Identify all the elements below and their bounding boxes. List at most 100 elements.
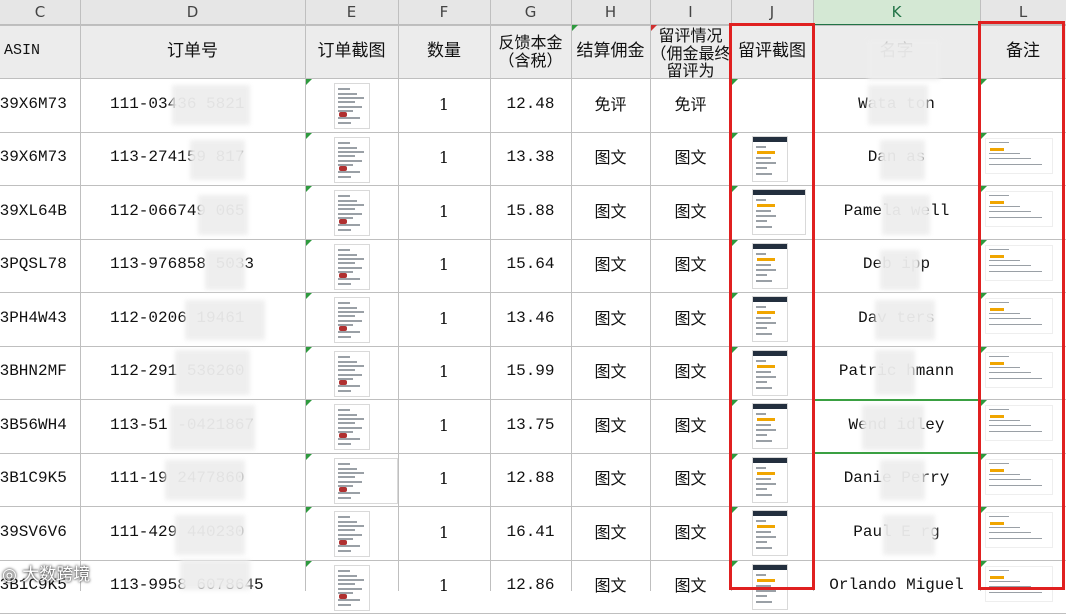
cell-asin[interactable]: 939X6M73	[0, 78, 80, 132]
thumbnail-text-line	[338, 229, 351, 231]
header-order-shot[interactable]: 订单截图	[305, 25, 398, 78]
privacy-blur-patch	[172, 85, 250, 125]
order-screenshot-thumbnail[interactable]	[334, 564, 370, 611]
cell-commission[interactable]: 免评	[571, 78, 650, 132]
cell-asin[interactable]: 93PQSL78	[0, 239, 80, 293]
cell-commission[interactable]: 图文	[571, 453, 650, 507]
column-letter-d[interactable]: D	[80, 0, 305, 25]
thumbnail-text-line	[338, 336, 351, 338]
cell-asin[interactable]: 93B1C9K5	[0, 453, 80, 507]
thumbnail-text-line	[338, 443, 351, 445]
order-screenshot-thumbnail[interactable]	[334, 404, 370, 450]
cell-note-indicator	[306, 132, 312, 139]
cell-asin[interactable]: 939X6M73	[0, 132, 80, 186]
cell-cost[interactable]: 12.86	[490, 560, 571, 614]
privacy-blur-patch	[875, 350, 915, 395]
column-letter-f[interactable]: F	[398, 0, 490, 25]
order-screenshot-thumbnail[interactable]	[334, 136, 370, 183]
cell-order[interactable]: 112-066749 065	[80, 185, 305, 239]
cell-qty[interactable]: 1	[398, 239, 490, 293]
cell-asin[interactable]: 93BHN2MF	[0, 346, 80, 400]
order-screenshot-thumbnail[interactable]	[334, 243, 370, 290]
cell-cost[interactable]: 13.38	[490, 132, 571, 186]
cell-commission[interactable]: 图文	[571, 560, 650, 614]
cell-qty[interactable]: 1	[398, 292, 490, 346]
cell-qty[interactable]: 1	[398, 399, 490, 453]
cell-qty[interactable]: 1	[398, 453, 490, 507]
cell-review[interactable]: 图文	[650, 399, 731, 453]
cell-order[interactable]: 113-976858 5033	[80, 239, 305, 293]
order-screenshot-thumbnail[interactable]	[334, 457, 398, 504]
product-image-icon	[339, 433, 347, 438]
cell-qty[interactable]: 1	[398, 560, 490, 614]
header-asin[interactable]: ASIN	[0, 25, 80, 78]
privacy-blur-patch	[868, 40, 940, 80]
thumbnail-text-line	[338, 170, 360, 173]
column-letter-g[interactable]: G	[490, 0, 571, 25]
order-screenshot-thumbnail[interactable]	[334, 297, 370, 343]
cell-review[interactable]: 免评	[650, 78, 731, 132]
cell-qty[interactable]: 1	[398, 132, 490, 186]
thumbnail-text-line	[338, 200, 357, 202]
cell-cost[interactable]: 12.88	[490, 453, 571, 507]
cell-commission[interactable]: 图文	[571, 239, 650, 293]
column-letter-k[interactable]: K	[813, 0, 980, 26]
cell-cost[interactable]: 13.75	[490, 399, 571, 453]
cell-review[interactable]: 图文	[650, 346, 731, 400]
cell-commission[interactable]: 图文	[571, 506, 650, 560]
cell-qty[interactable]: 1	[398, 78, 490, 132]
cell-review[interactable]: 图文	[650, 292, 731, 346]
cell-review[interactable]: 图文	[650, 506, 731, 560]
header-qty[interactable]: 数量	[398, 25, 490, 78]
cell-asin[interactable]: 939SV6V6	[0, 506, 80, 560]
thumbnail-text-line	[338, 106, 362, 108]
cell-review[interactable]: 图文	[650, 185, 731, 239]
header-cost[interactable]: 反馈本金（含税）	[490, 25, 571, 78]
privacy-blur-patch	[175, 350, 250, 395]
column-letter-e[interactable]: E	[305, 0, 398, 25]
cell-cost[interactable]: 15.88	[490, 185, 571, 239]
cell-asin[interactable]: 93B56WH4	[0, 399, 80, 453]
column-letter-i[interactable]: I	[650, 0, 731, 25]
order-screenshot-thumbnail[interactable]	[334, 190, 370, 236]
thumbnail-text-line	[338, 360, 357, 363]
selected-cell[interactable]	[812, 399, 980, 454]
header-review-status[interactable]: 留评情况（佣金最终留评为	[650, 25, 731, 78]
header-commission[interactable]: 结算佣金	[571, 25, 650, 78]
cell-cost[interactable]: 12.48	[490, 78, 571, 132]
thumbnail-text-line	[338, 122, 351, 124]
order-screenshot-thumbnail[interactable]	[334, 350, 370, 397]
column-letter-j[interactable]: J	[731, 0, 813, 25]
column-letter-label: E	[346, 3, 357, 21]
cell-qty[interactable]: 1	[398, 185, 490, 239]
cell-qty[interactable]: 1	[398, 346, 490, 400]
cell-commission[interactable]: 图文	[571, 292, 650, 346]
cell-commission[interactable]: 图文	[571, 132, 650, 186]
product-image-icon	[339, 219, 347, 224]
header-order-no[interactable]: 订单号	[80, 25, 305, 78]
cell-name[interactable]: Orlando Miguel	[813, 560, 980, 614]
column-letter-h[interactable]: H	[571, 0, 650, 25]
cell-asin[interactable]: 939XL64B	[0, 185, 80, 239]
thumbnail-text-line	[338, 277, 360, 280]
cell-cost[interactable]: 15.99	[490, 346, 571, 400]
product-image-icon	[339, 540, 347, 545]
cell-qty[interactable]: 1	[398, 506, 490, 560]
thumbnail-text-line	[338, 141, 350, 144]
thumbnail-text-line	[338, 195, 350, 197]
cell-commission[interactable]: 图文	[571, 399, 650, 453]
cell-cost[interactable]: 16.41	[490, 506, 571, 560]
cell-commission[interactable]: 图文	[571, 185, 650, 239]
cell-review[interactable]: 图文	[650, 239, 731, 293]
cell-asin[interactable]: 93PH4W43	[0, 292, 80, 346]
cell-cost[interactable]: 15.64	[490, 239, 571, 293]
column-letter-c[interactable]: C	[0, 0, 80, 25]
cell-review[interactable]: 图文	[650, 560, 731, 614]
cell-commission[interactable]: 图文	[571, 346, 650, 400]
order-screenshot-thumbnail[interactable]	[334, 511, 370, 557]
order-screenshot-thumbnail[interactable]	[334, 83, 370, 129]
thumbnail-text-line	[338, 97, 364, 99]
cell-review[interactable]: 图文	[650, 453, 731, 507]
cell-cost[interactable]: 13.46	[490, 292, 571, 346]
cell-review[interactable]: 图文	[650, 132, 731, 186]
